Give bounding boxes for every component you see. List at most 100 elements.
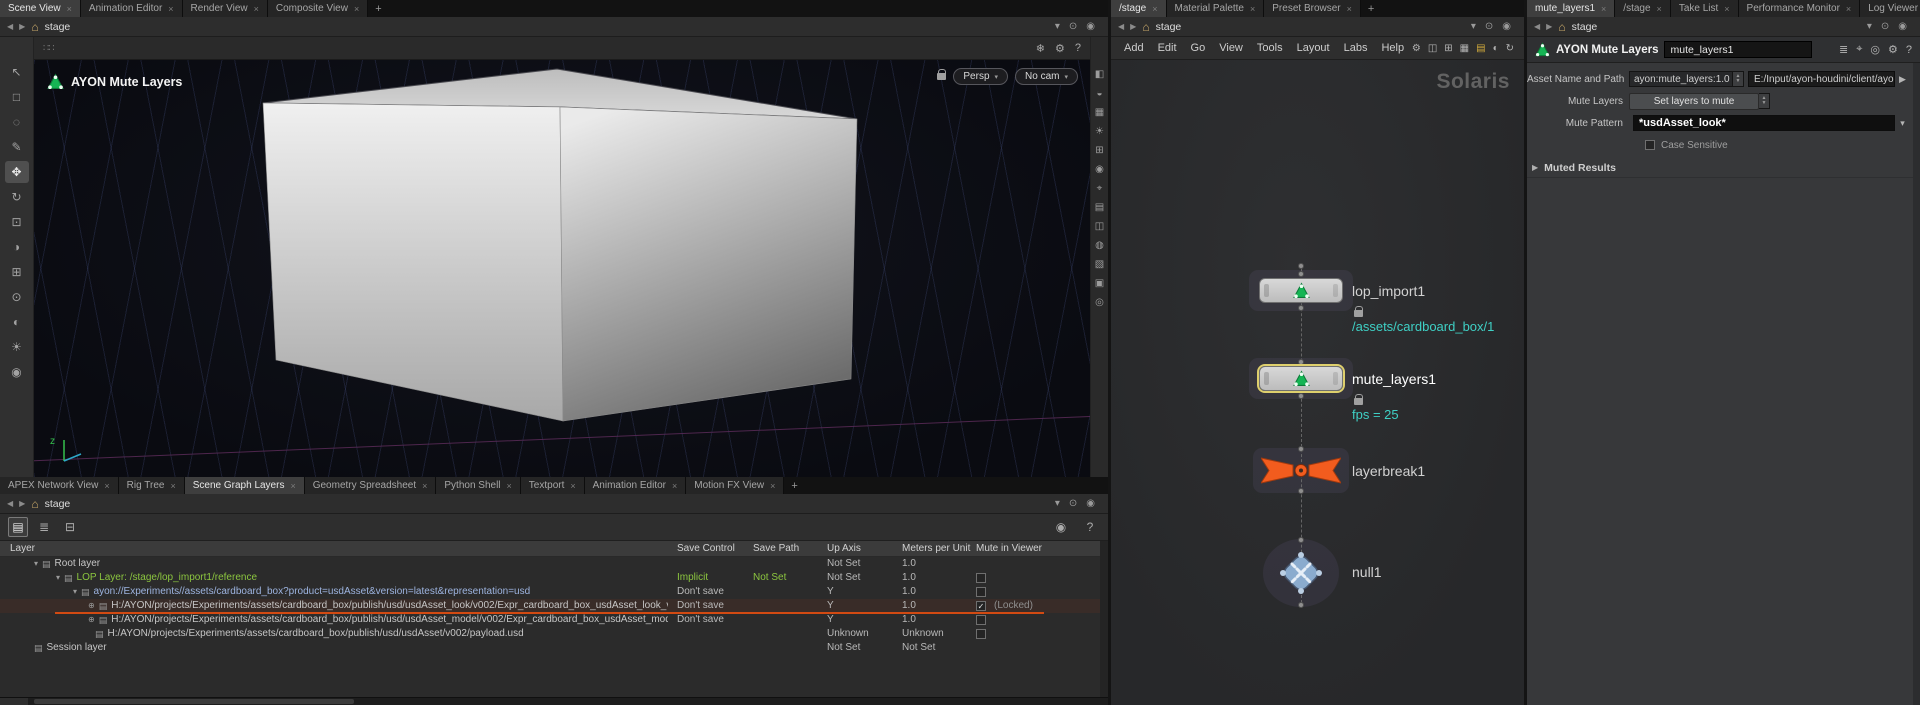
view-mode-icon[interactable]: ◧ [1095, 69, 1104, 80]
connector-dot[interactable] [1298, 305, 1304, 311]
path-text[interactable]: stage [1156, 21, 1182, 33]
tab-close-icon[interactable]: × [1601, 4, 1606, 14]
tab-material-palette[interactable]: Material Palette× [1167, 0, 1265, 17]
back-button[interactable]: ◀ [1534, 22, 1540, 31]
link-follow-icon[interactable]: ◉ [1086, 21, 1095, 32]
rotate-tool-icon[interactable]: ↻ [5, 186, 29, 208]
mute-in-viewer-checkbox[interactable] [976, 573, 986, 583]
display-options-icon[interactable]: ⚙ [1055, 42, 1065, 55]
spinner-icon[interactable]: ▲ ▼ [1733, 71, 1744, 87]
row-expander-icon[interactable]: ▾ [56, 571, 60, 585]
new-tab-button[interactable]: + [784, 477, 804, 494]
camera-tool-icon[interactable]: ◉ [5, 361, 29, 383]
camera-select-menu[interactable]: No cam ▾ [1015, 68, 1078, 85]
connector-dot[interactable] [1298, 359, 1304, 365]
tab-preset-browser[interactable]: Preset Browser× [1264, 0, 1361, 17]
link-follow-icon[interactable]: ◉ [1502, 21, 1511, 32]
path-text[interactable]: stage [1572, 21, 1598, 33]
pane-splitter[interactable] [1524, 0, 1527, 705]
new-tab-button[interactable]: + [1361, 0, 1381, 17]
set-layers-to-mute-button[interactable]: Set layers to mute [1629, 93, 1759, 110]
column-header[interactable]: Save Path [753, 543, 799, 554]
param-help-icon[interactable]: ? [1906, 43, 1912, 56]
collapsed-arrow-icon[interactable]: ▶ [1532, 163, 1538, 172]
node-mute-layers1[interactable] [1259, 366, 1343, 391]
tab-textport[interactable]: Textport× [521, 477, 585, 494]
tab-close-icon[interactable]: × [570, 481, 575, 491]
connector-dot[interactable] [1298, 393, 1304, 399]
lasso-select-icon[interactable]: ◌ [5, 111, 29, 133]
connector-dot[interactable] [1298, 446, 1304, 452]
asset-version-dropdown[interactable]: ayon:mute_layers:1.0 [1629, 71, 1733, 87]
connector-dot[interactable] [1298, 602, 1304, 608]
tab-motion-fx-view[interactable]: Motion FX View× [686, 477, 784, 494]
tab-mute-layers1[interactable]: mute_layers1× [1527, 0, 1615, 17]
tab-close-icon[interactable]: × [67, 4, 72, 14]
move-tool-icon[interactable]: ✥ [5, 161, 29, 183]
tab-log-viewer[interactable]: Log Viewer× [1860, 0, 1920, 17]
pattern-dropdown-icon[interactable]: ▾ [1895, 118, 1910, 129]
mute-pattern-field[interactable]: *usdAsset_look* [1633, 115, 1895, 131]
camera-lock-icon[interactable]: ◉ [1095, 164, 1104, 175]
pin-icon[interactable]: ⊙ [1485, 21, 1493, 32]
tab-scene-view[interactable]: Scene View× [0, 0, 81, 17]
tab-close-icon[interactable]: × [354, 4, 359, 14]
select-arrow-icon[interactable]: ↖ [5, 61, 29, 83]
brush-select-icon[interactable]: ✎ [5, 136, 29, 158]
node-label[interactable]: mute_layers1 [1352, 371, 1436, 387]
tab-close-icon[interactable]: × [168, 4, 173, 14]
back-button[interactable]: ◀ [1118, 22, 1124, 31]
new-tab-button[interactable]: + [368, 0, 388, 17]
layers-display-icon[interactable]: ▤ [8, 517, 28, 537]
path-dropdown-icon[interactable]: ▾ [1055, 498, 1060, 509]
tab-close-icon[interactable]: × [672, 481, 677, 491]
mute-in-viewer-checkbox[interactable] [976, 629, 986, 639]
grid-snap-icon[interactable]: ⊞ [1444, 43, 1452, 54]
color-palette-icon[interactable]: ◐ [1493, 43, 1499, 54]
param-gear-icon[interactable]: ⚙ [1888, 43, 1898, 56]
light-tool-icon[interactable]: ☀ [5, 336, 29, 358]
tab-close-icon[interactable]: × [104, 481, 109, 491]
pose-tool-icon[interactable]: ◑ [5, 236, 29, 258]
row-expander-icon[interactable]: ▾ [73, 585, 77, 599]
background-icon[interactable]: ▧ [1095, 259, 1104, 270]
connector-dot[interactable] [1298, 488, 1304, 494]
layer-row[interactable]: ▾▤ayon://Experiments//assets/cardboard_b… [0, 585, 1108, 599]
help-icon[interactable]: ? [1080, 517, 1100, 537]
tab-close-icon[interactable]: × [1657, 4, 1662, 14]
mute-in-viewer-checkbox[interactable] [976, 615, 986, 625]
tab-composite-view[interactable]: Composite View× [268, 0, 368, 17]
row-expander-icon[interactable]: ⊕ [88, 613, 95, 627]
refresh-icon[interactable]: ↻ [1506, 43, 1514, 54]
tab-scene-graph-layers[interactable]: Scene Graph Layers× [185, 477, 305, 494]
column-header[interactable]: Up Axis [827, 543, 861, 554]
tab-close-icon[interactable]: × [254, 4, 259, 14]
tab-close-icon[interactable]: × [1347, 4, 1352, 14]
tab-close-icon[interactable]: × [770, 481, 775, 491]
menu-add[interactable]: Add [1117, 42, 1151, 54]
tab-close-icon[interactable]: × [290, 481, 295, 491]
snap-point-icon[interactable]: ⊙ [5, 286, 29, 308]
layer-row[interactable]: ▾▤Root layerNot Set1.0 [0, 557, 1108, 571]
back-button[interactable]: ◀ [7, 499, 13, 508]
toolbar-grip-icon[interactable]: ∷∷ [43, 43, 54, 54]
column-header[interactable]: Layer [10, 543, 35, 554]
pin-icon[interactable]: ⊙ [1069, 21, 1077, 32]
back-button[interactable]: ◀ [7, 22, 13, 31]
pin-icon[interactable]: ⊙ [1069, 498, 1077, 509]
network-canvas[interactable]: Solaris lop_import1 /assets/cardboard_bo… [1111, 60, 1524, 705]
node-label[interactable]: lop_import1 [1352, 283, 1425, 299]
tab-geometry-spreadsheet[interactable]: Geometry Spreadsheet× [305, 477, 437, 494]
column-header[interactable]: Mute in Viewer [976, 543, 1042, 554]
box-select-icon[interactable]: □ [5, 86, 29, 108]
snap-grid-icon[interactable]: ⊞ [5, 261, 29, 283]
menu-layout[interactable]: Layout [1290, 42, 1337, 54]
menu-tools[interactable]: Tools [1250, 42, 1290, 54]
layer-row[interactable]: ⊕▤H:/AYON/projects/Experiments/assets/ca… [0, 599, 1108, 613]
scale-tool-icon[interactable]: ⊡ [5, 211, 29, 233]
param-favorites-icon[interactable]: ⌖ [1856, 43, 1862, 56]
tab-render-view[interactable]: Render View× [183, 0, 268, 17]
tab-close-icon[interactable]: × [170, 481, 175, 491]
layer-row[interactable]: ▤Session layerNot SetNot Set [0, 641, 1108, 655]
node-layerbreak1[interactable] [1261, 454, 1341, 487]
